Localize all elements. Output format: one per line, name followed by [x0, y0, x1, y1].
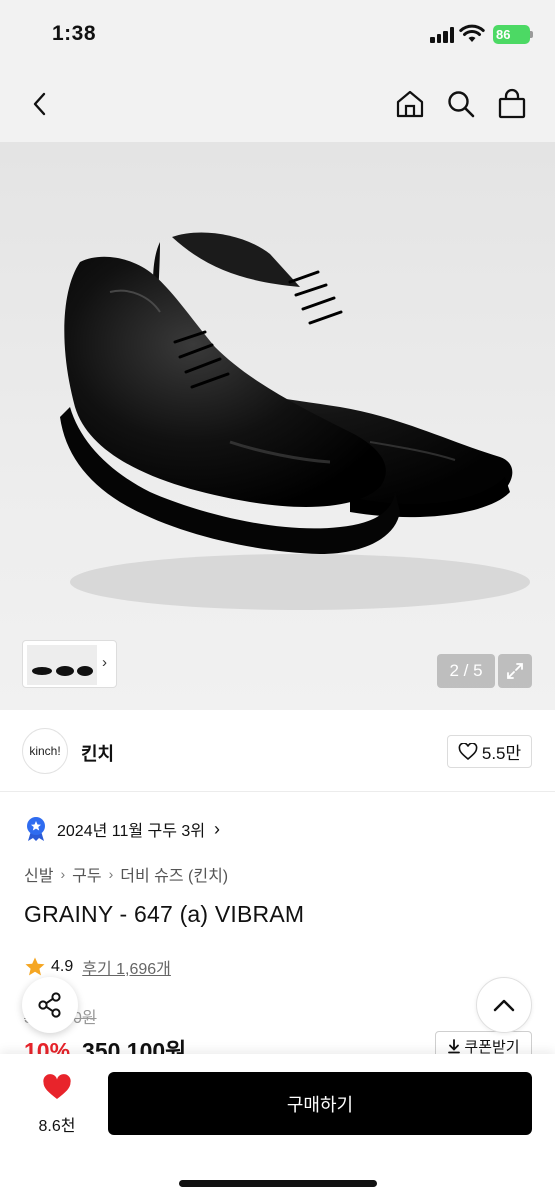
- scroll-to-top-button[interactable]: [476, 977, 532, 1033]
- share-button[interactable]: [22, 977, 78, 1033]
- home-icon[interactable]: [392, 86, 428, 122]
- battery-icon: 86: [493, 25, 530, 44]
- wishlist-button[interactable]: 8.6천: [30, 1074, 84, 1136]
- chevron-left-icon[interactable]: [22, 86, 58, 122]
- wifi-icon: [459, 24, 485, 42]
- chevron-right-icon: ›: [214, 818, 221, 839]
- chevron-up-icon: [493, 999, 515, 1012]
- bottom-action-bar: 8.6천 구매하기: [0, 1054, 555, 1200]
- ranking-text: 2024년 11월 구두 3위: [57, 823, 206, 840]
- shop-name[interactable]: 킨치: [81, 740, 114, 766]
- review-count-link[interactable]: 후기 1,696개: [82, 955, 171, 979]
- buy-button[interactable]: 구매하기: [108, 1072, 532, 1135]
- wishlist-count: 8.6천: [38, 1118, 76, 1135]
- status-time: 1:38: [52, 22, 97, 45]
- chevron-right-icon[interactable]: ›: [102, 654, 107, 671]
- chevron-right-icon: ›: [60, 866, 66, 882]
- top-nav-bar: [0, 70, 555, 142]
- status-bar: 1:38 86: [0, 0, 555, 70]
- heart-outline-icon: [458, 742, 478, 760]
- expand-icon[interactable]: [498, 654, 532, 688]
- cellular-signal-icon: [430, 27, 456, 43]
- thumbnail-image[interactable]: [27, 645, 97, 685]
- product-title: GRAINY - 647 (a) VIBRAM: [24, 901, 305, 927]
- rating-score: 4.9: [51, 958, 74, 975]
- shop-row[interactable]: kinch! 킨치 5.5만: [0, 710, 555, 792]
- thumbnail-strip[interactable]: ›: [22, 640, 117, 688]
- home-indicator: [179, 1180, 377, 1187]
- star-icon: [25, 957, 45, 976]
- breadcrumb: 신발 › 구두 › 더비 슈즈 (킨치): [24, 862, 228, 886]
- breadcrumb-item[interactable]: 신발: [24, 862, 53, 886]
- rating-row[interactable]: 4.9 후기 1,696개: [24, 955, 171, 979]
- product-image-gallery[interactable]: › 2 / 5: [0, 142, 555, 710]
- shop-like-count: 5.5만: [481, 744, 522, 763]
- breadcrumb-item[interactable]: 더비 슈즈 (킨치): [120, 862, 228, 886]
- shopping-bag-icon[interactable]: [494, 86, 530, 122]
- heart-filled-icon: [43, 1074, 71, 1099]
- shop-like-button[interactable]: 5.5만: [447, 735, 532, 768]
- download-icon: [448, 1039, 461, 1054]
- search-icon[interactable]: [443, 86, 479, 122]
- award-badge-icon: [27, 817, 45, 841]
- product-photo-shoes: [60, 232, 530, 610]
- ranking-link[interactable]: 2024년 11월 구두 3위 ›: [24, 816, 220, 842]
- shop-logo[interactable]: kinch!: [22, 728, 68, 774]
- image-page-indicator: 2 / 5: [437, 654, 495, 688]
- chevron-right-icon: ›: [108, 866, 114, 882]
- battery-cap: [530, 31, 533, 38]
- share-icon: [38, 992, 61, 1018]
- battery-level: 86: [496, 27, 511, 42]
- breadcrumb-item[interactable]: 구두: [72, 862, 101, 886]
